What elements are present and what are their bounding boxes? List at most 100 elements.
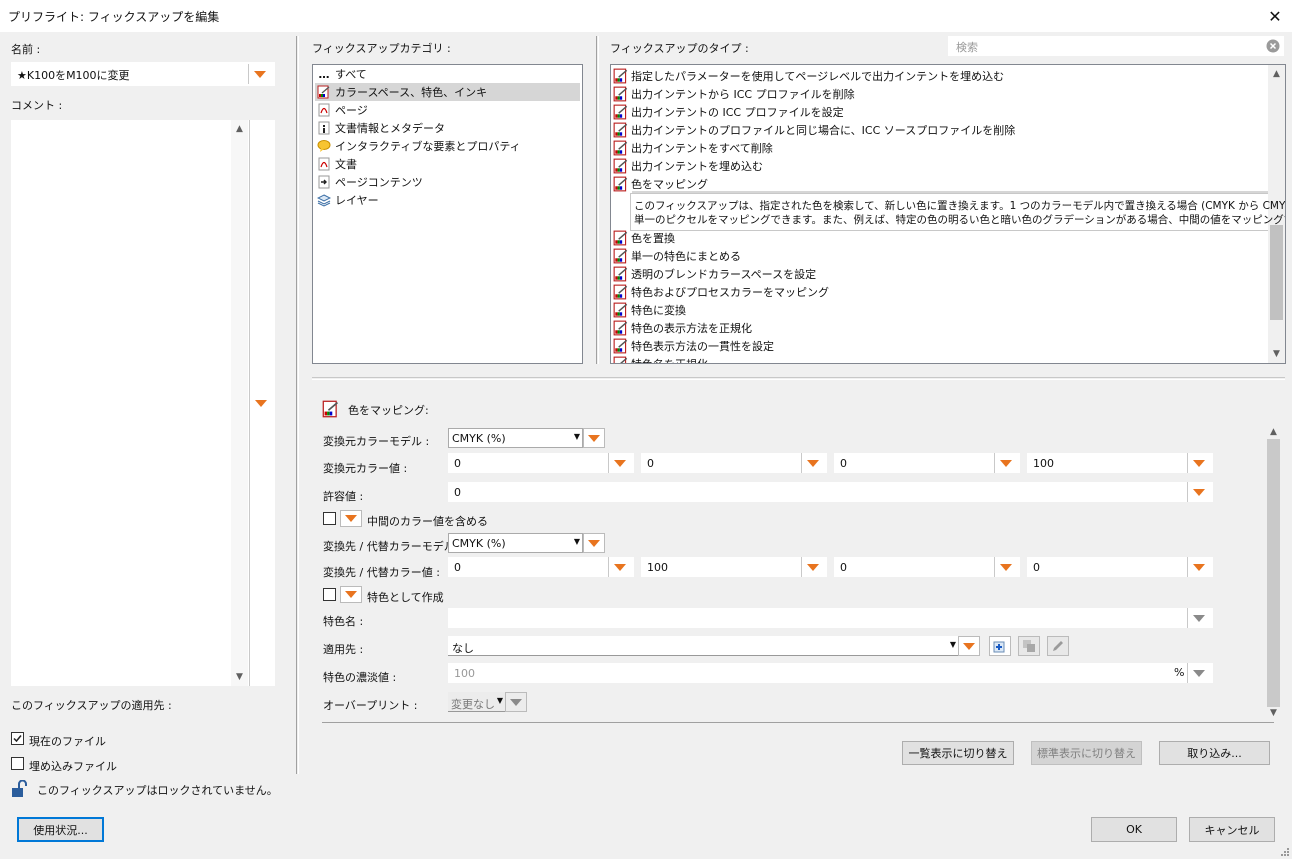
tolerance-input[interactable]: 0 <box>448 482 1213 502</box>
add-button[interactable] <box>989 636 1011 656</box>
dest-value-dropdown-button[interactable] <box>1187 557 1209 577</box>
separator <box>312 379 1285 380</box>
dest-model-select[interactable]: CMYK (%) ▼ <box>448 533 583 553</box>
dest-value-input[interactable]: 0 <box>834 557 1020 577</box>
chevron-down-icon: ▼ <box>496 696 503 705</box>
chevron-down-icon: ▼ <box>949 640 956 649</box>
scroll-up-icon[interactable]: ▲ <box>1268 69 1285 79</box>
resize-grip-icon[interactable] <box>1278 845 1290 857</box>
spot-name-dropdown-button[interactable] <box>1187 608 1209 628</box>
source-value-dropdown-button[interactable] <box>608 453 630 473</box>
arrow-icon <box>317 175 331 189</box>
close-icon[interactable]: ✕ <box>1258 0 1292 32</box>
include-intermediate-dropdown-button[interactable] <box>340 510 362 527</box>
category-item-page[interactable]: ページ <box>317 101 580 119</box>
include-intermediate-label: 中間のカラー値を含める <box>367 515 488 528</box>
settings-scrollbar[interactable]: ▲ ▼ <box>1265 425 1282 720</box>
category-item-docinfo[interactable]: 文書情報とメタデータ <box>317 119 580 137</box>
category-item-document[interactable]: 文書 <box>317 155 580 173</box>
source-value-dropdown-button[interactable] <box>1187 453 1209 473</box>
type-item[interactable]: 色をマッピング <box>613 175 1268 193</box>
duplicate-button[interactable] <box>1018 636 1040 656</box>
source-value-dropdown-button[interactable] <box>994 453 1016 473</box>
type-item[interactable]: 透明のブレンドカラースペースを設定 <box>613 265 1268 283</box>
type-item[interactable]: 出力インテントをすべて削除 <box>613 139 1268 157</box>
create-spot-dropdown-button[interactable] <box>340 586 362 603</box>
types-list[interactable]: 指定したパラメーターを使用してページレベルで出力インテントを埋め込む 出力インテン… <box>610 64 1286 364</box>
overprint-dropdown-button[interactable] <box>505 692 527 712</box>
dest-value-dropdown-button[interactable] <box>801 557 823 577</box>
category-item-all[interactable]: … すべて <box>317 65 580 83</box>
apply-to-select[interactable]: なし ▼ <box>448 636 958 656</box>
cancel-button[interactable]: キャンセル <box>1189 817 1275 842</box>
category-item-color[interactable]: カラースペース、特色、インキ <box>315 83 580 101</box>
category-item-interactive[interactable]: インタラクティブな要素とプロパティ <box>317 137 580 155</box>
scroll-up-icon[interactable]: ▲ <box>1265 427 1282 437</box>
search-input[interactable]: 検索 <box>948 36 1284 56</box>
spot-name-input[interactable] <box>448 608 1213 628</box>
chevron-down-icon <box>345 515 357 522</box>
apply-to-dropdown-button[interactable] <box>958 636 980 656</box>
create-spot-checkbox[interactable] <box>323 588 336 601</box>
current-file-checkbox[interactable] <box>11 732 24 745</box>
clear-search-icon[interactable] <box>1266 39 1280 53</box>
source-value-input[interactable]: 0 <box>448 453 634 473</box>
category-item-page-content[interactable]: ページコンテンツ <box>317 173 580 191</box>
comment-scrollbar[interactable]: ▲ ▼ <box>231 120 248 686</box>
type-item[interactable]: 特色の表示方法を正規化 <box>613 319 1268 337</box>
import-button[interactable]: 取り込み... <box>1159 741 1270 765</box>
scroll-down-icon[interactable]: ▼ <box>231 672 248 682</box>
tolerance-label: 許容値 : <box>323 490 364 503</box>
type-item[interactable]: 指定したパラメーターを使用してページレベルで出力インテントを埋め込む <box>613 67 1268 85</box>
chevron-down-icon <box>510 698 522 706</box>
scroll-down-icon[interactable]: ▼ <box>1268 349 1285 359</box>
source-value-input[interactable]: 100 <box>1027 453 1213 473</box>
type-item[interactable]: 出力インテントを埋め込む <box>613 157 1268 175</box>
overprint-select[interactable]: 変更なし ▼ <box>448 692 505 712</box>
source-value-input[interactable]: 0 <box>834 453 1020 473</box>
comment-textarea[interactable]: ▲ ▼ <box>11 120 275 686</box>
dest-model-dropdown-button[interactable] <box>583 533 605 553</box>
usage-button[interactable]: 使用状況... <box>17 817 104 842</box>
type-item[interactable]: 特色表示方法の一貫性を設定 <box>613 337 1268 355</box>
dest-value-dropdown-button[interactable] <box>994 557 1016 577</box>
edit-button[interactable] <box>1047 636 1069 656</box>
type-item[interactable]: 色を置換 <box>613 229 1268 247</box>
pdf-icon <box>317 157 331 171</box>
dest-value-input[interactable]: 100 <box>641 557 827 577</box>
scroll-thumb[interactable] <box>1267 439 1280 707</box>
embedded-file-checkbox[interactable] <box>11 757 24 770</box>
type-item[interactable]: 特色およびプロセスカラーをマッピング <box>613 283 1268 301</box>
dest-value-dropdown-button[interactable] <box>608 557 630 577</box>
source-value-input[interactable]: 0 <box>641 453 827 473</box>
name-field[interactable]: ★K100をM100に変更 <box>11 62 275 86</box>
type-item[interactable]: 出力インテントから ICC プロファイルを削除 <box>613 85 1268 103</box>
scroll-up-icon[interactable]: ▲ <box>231 124 248 134</box>
chevron-down-icon <box>999 563 1012 571</box>
type-item[interactable]: 出力インテントのプロファイルと同じ場合に、ICC ソースプロファイルを削除 <box>613 121 1268 139</box>
dest-value-input[interactable]: 0 <box>448 557 634 577</box>
type-item[interactable]: 特色名を正規化 <box>613 355 1268 363</box>
tolerance-dropdown-button[interactable] <box>1187 482 1209 502</box>
standard-view-button[interactable]: 標準表示に切り替え <box>1031 741 1142 765</box>
tint-dropdown-button[interactable] <box>1187 663 1209 683</box>
category-item-layers[interactable]: レイヤー <box>317 191 580 209</box>
source-model-select[interactable]: CMYK (%) ▼ <box>448 428 583 448</box>
source-value-dropdown-button[interactable] <box>801 453 823 473</box>
categories-list[interactable]: … すべて カラースペース、特色、インキ ページ 文書情報とメタデータ インタラ… <box>312 64 583 364</box>
list-view-button[interactable]: 一覧表示に切り替え <box>902 741 1014 765</box>
chevron-down-icon <box>254 399 267 407</box>
type-item[interactable]: 出力インテントの ICC プロファイルを設定 <box>613 103 1268 121</box>
ok-button[interactable]: OK <box>1091 817 1177 842</box>
scroll-down-icon[interactable]: ▼ <box>1265 708 1282 718</box>
name-dropdown-button[interactable] <box>248 64 270 84</box>
tint-input[interactable]: 100 % <box>448 663 1213 683</box>
type-item[interactable]: 単一の特色にまとめる <box>613 247 1268 265</box>
type-item[interactable]: 特色に変換 <box>613 301 1268 319</box>
dest-value-input[interactable]: 0 <box>1027 557 1213 577</box>
comment-dropdown-button[interactable] <box>249 120 271 686</box>
name-label: 名前 : <box>11 43 41 56</box>
include-intermediate-checkbox[interactable] <box>323 512 336 525</box>
scroll-thumb[interactable] <box>1270 225 1283 320</box>
source-model-dropdown-button[interactable] <box>583 428 605 448</box>
